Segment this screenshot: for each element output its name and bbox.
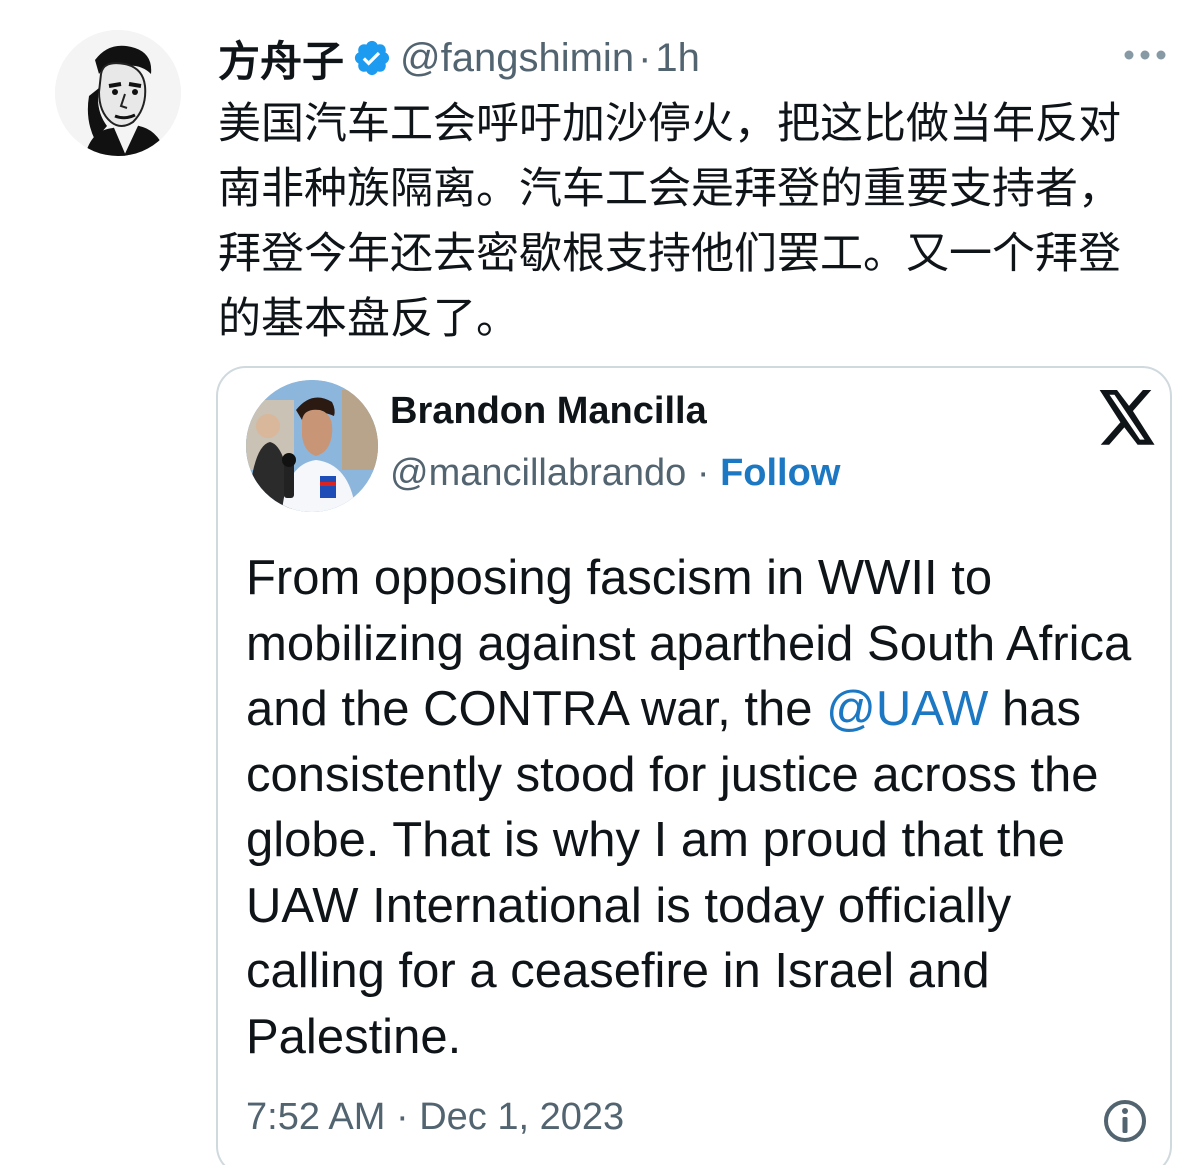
more-horizontal-icon[interactable] — [1120, 40, 1170, 70]
embedded-timestamp[interactable]: 7:52 AM · Dec 1, 2023 — [246, 1096, 624, 1139]
mention-link[interactable]: @UAW — [826, 682, 988, 736]
author-avatar[interactable] — [55, 30, 181, 156]
separator-dot: · — [696, 452, 710, 494]
embedded-author-name[interactable]: Brandon Mancilla — [390, 390, 707, 433]
separator-dot: · — [638, 35, 652, 80]
embedded-tweet-text: From opposing fascism in WWII to mobiliz… — [246, 546, 1156, 1070]
info-icon[interactable] — [1100, 1096, 1150, 1146]
author-name[interactable]: 方舟子 — [218, 28, 344, 89]
tweet-header: 方舟子 @fangshimin · 1h — [218, 30, 700, 86]
follow-button[interactable]: Follow — [720, 452, 840, 494]
embedded-tweet-card[interactable]: Brandon Mancilla @mancillabrando · Follo… — [216, 366, 1172, 1165]
author-handle[interactable]: @fangshimin — [400, 36, 634, 81]
embedded-author-avatar[interactable] — [246, 380, 378, 512]
embedded-handle-row: @mancillabrando · Follow — [390, 452, 840, 495]
x-logo-icon[interactable] — [1096, 390, 1158, 446]
embedded-text-after-mention: has consistently stood for justice acros… — [246, 682, 1099, 1064]
verified-badge-icon — [352, 38, 392, 78]
tweet-time[interactable]: 1h — [655, 36, 700, 81]
tweet-view: 方舟子 @fangshimin · 1h 美国汽车工会呼吁加沙停火，把这比做当年… — [0, 0, 1200, 1165]
embedded-author-handle[interactable]: @mancillabrando — [390, 452, 686, 494]
tweet-text: 美国汽车工会呼吁加沙停火，把这比做当年反对南非种族隔离。汽车工会是拜登的重要支持… — [218, 100, 1121, 343]
